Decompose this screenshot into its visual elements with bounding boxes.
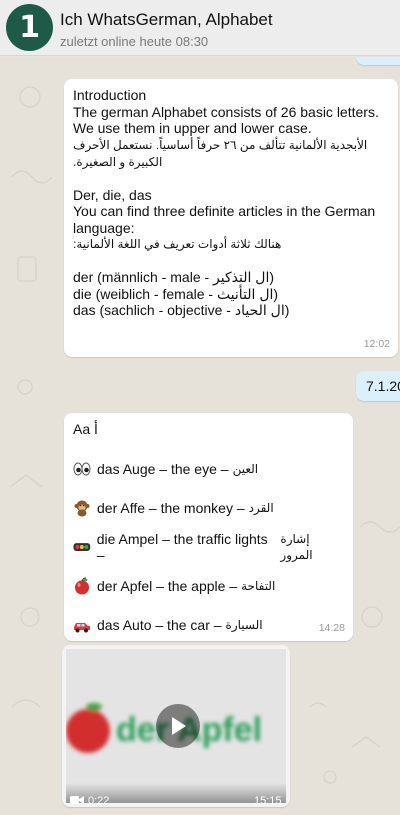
word-text: das Auto – the car – — [97, 616, 222, 633]
outgoing-message-partial[interactable] — [356, 57, 400, 65]
articles-arabic: هنالك ثلاثة أدوات تعريف في اللغة الألمان… — [73, 237, 282, 251]
word-line: das Auto – the car – السيارة — [73, 615, 344, 635]
word-line: der Affe – the monkey – القرد — [73, 498, 344, 518]
last-seen-status: zuletzt online heute 08:30 — [60, 34, 209, 49]
video-thumbnail[interactable]: der Apfel — [66, 649, 286, 803]
car-emoji — [74, 623, 90, 633]
intro-line: Introduction — [73, 87, 147, 103]
word-text: der Affe – the monkey – — [97, 499, 245, 516]
traffic-light-emoji — [73, 543, 91, 551]
word-line: das Auge – the eye – العين — [73, 459, 344, 479]
word-arabic: إشارة المرور — [280, 531, 313, 563]
intro-arabic: الأبجدية الألمانية تتألف من ٢٦ حرفاً أسا… — [73, 137, 368, 169]
outgoing-text: 7.1.20 — [366, 378, 400, 394]
message-time: 14:28 — [318, 621, 345, 634]
outgoing-message-date[interactable]: 7.1.20 — [356, 371, 400, 401]
word-line: die Ampel – the traffic lights – إشارة ا… — [73, 531, 344, 563]
monkey-emoji — [74, 500, 90, 517]
message-introduction[interactable]: Introduction The german Alphabet consist… — [64, 79, 398, 357]
word-text: die Ampel – the traffic lights – — [96, 530, 268, 564]
word-arabic: السيارة — [225, 617, 263, 632]
video-duration: 0:22 — [88, 795, 110, 807]
article-line: die (weiblich - female - ال التأنيث) — [73, 285, 279, 302]
play-icon — [172, 717, 186, 735]
word-arabic: العين — [232, 461, 259, 476]
word-text: der Apfel – the apple – — [97, 577, 238, 594]
article-line: der (männlich - male - ال التذكير) — [73, 269, 275, 285]
eyes-emoji — [73, 462, 91, 476]
articles-title: Der, die, das — [73, 186, 152, 203]
chat-title[interactable]: Ich WhatsGerman, Alphabet — [60, 10, 273, 30]
word-arabic: القرد — [248, 500, 274, 515]
video-message[interactable]: der Apfel 0:22 15:15 — [62, 645, 290, 807]
word-line: der Apfel – the apple – التفاحة — [73, 576, 344, 596]
message-time: 12:02 — [363, 337, 390, 350]
chat-header: 1 Ich WhatsGerman, Alphabet zuletzt onli… — [0, 0, 400, 56]
message-alphabet-a[interactable]: Aa أ das Auge – the eye – العين der Affe… — [64, 413, 353, 641]
intro-line: The german Alphabet consists of 26 basic… — [73, 103, 379, 120]
contact-avatar[interactable]: 1 — [6, 4, 53, 51]
apple-emoji — [75, 577, 89, 595]
article-line: das (sachlich - objective - ال الحياد) — [73, 302, 290, 318]
intro-line: We use them in upper and lower case. — [73, 120, 312, 136]
play-button[interactable] — [156, 704, 200, 748]
word-text: das Auge – the eye – — [97, 460, 229, 477]
video-camera-icon — [70, 796, 84, 804]
word-arabic: التفاحة — [241, 578, 276, 593]
avatar-text: 1 — [19, 10, 40, 45]
letter-heading: Aa أ — [73, 421, 98, 437]
message-time: 15:15 — [254, 795, 282, 807]
articles-english: You can find three definite articles in … — [73, 203, 376, 236]
